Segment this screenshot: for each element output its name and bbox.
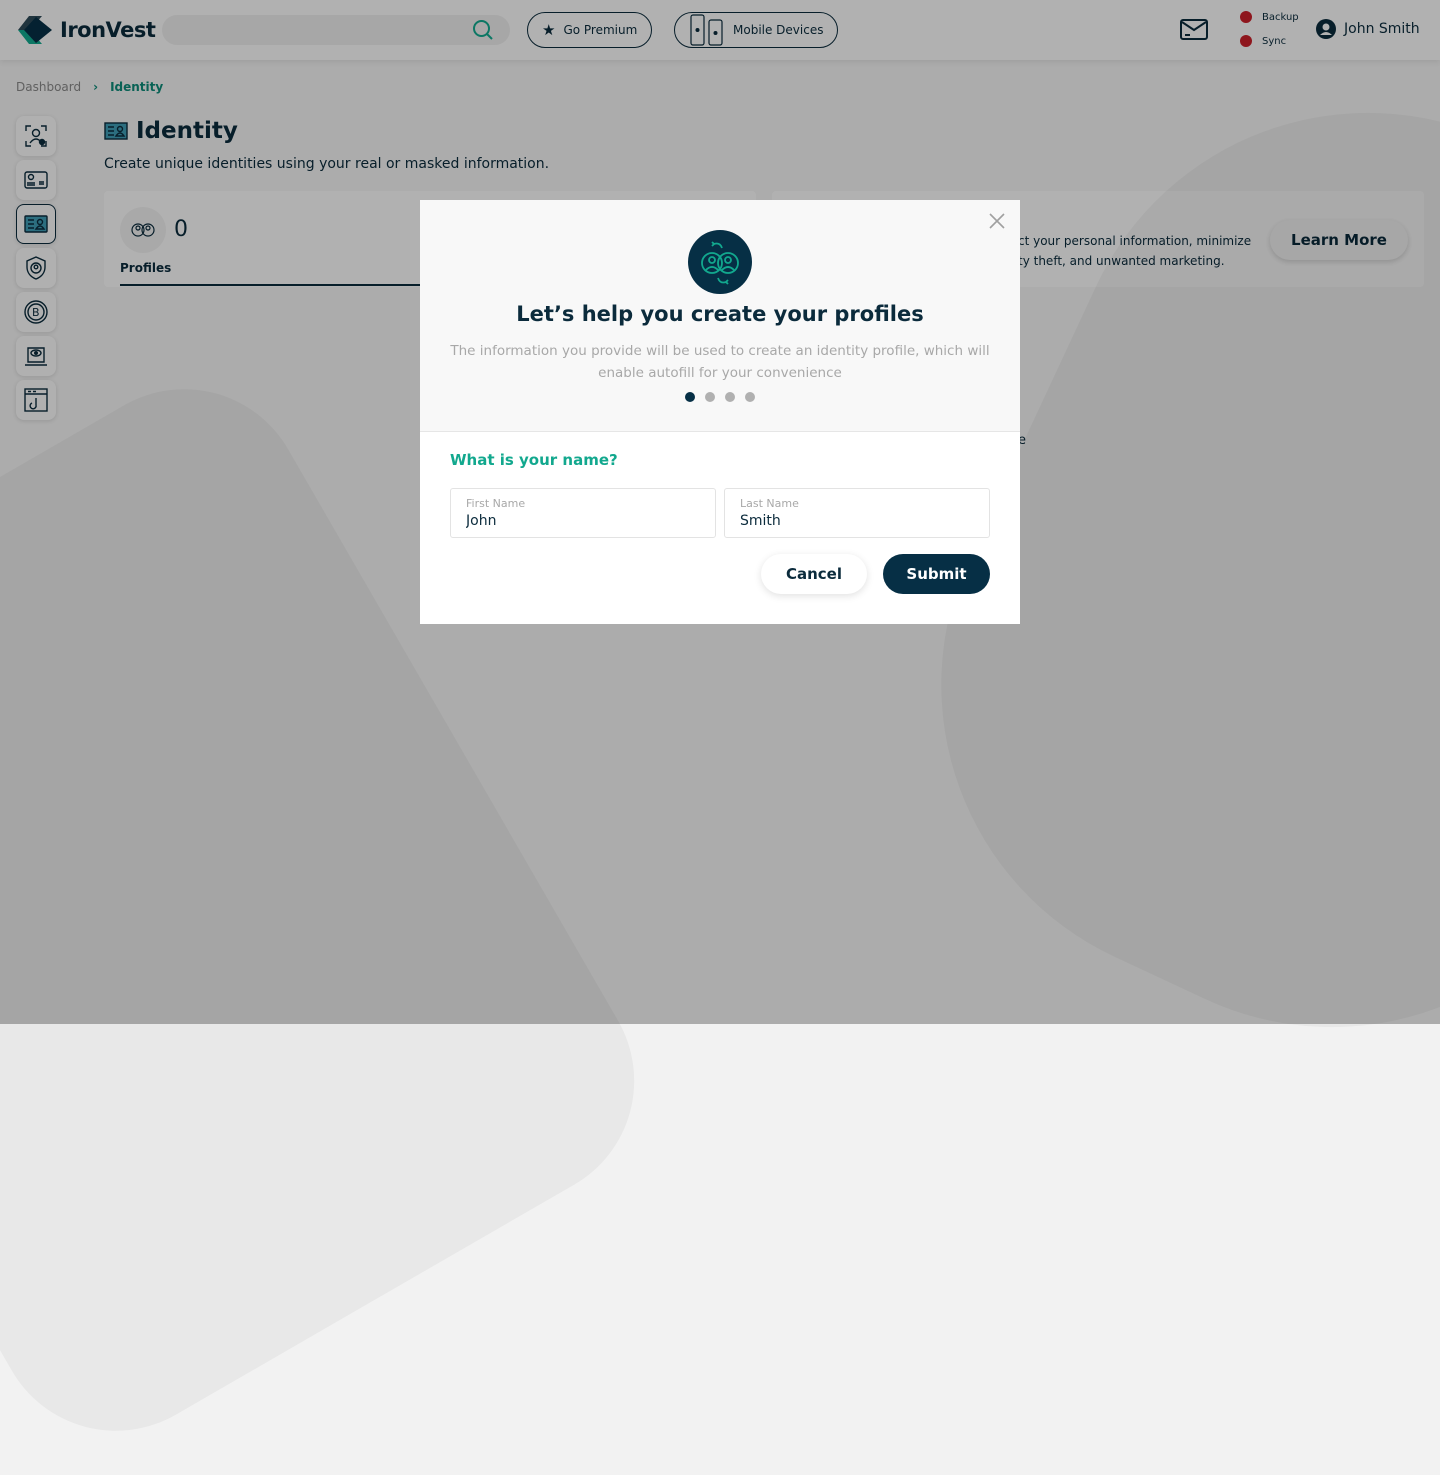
profiles-swap-icon: [688, 230, 752, 294]
name-question: What is your name?: [450, 451, 618, 469]
modal-description: The information you provide will be used…: [450, 343, 990, 381]
cancel-button[interactable]: Cancel: [761, 554, 867, 594]
last-name-label: Last Name: [740, 497, 799, 510]
create-profile-modal: Let’s help you create your profiles The …: [420, 200, 1020, 624]
step-dot[interactable]: [725, 392, 735, 402]
step-dot[interactable]: [705, 392, 715, 402]
step-dot[interactable]: [745, 392, 755, 402]
close-icon[interactable]: [988, 212, 1006, 230]
submit-button[interactable]: Submit: [883, 554, 990, 594]
last-name-field[interactable]: Last Name: [724, 488, 990, 538]
first-name-field[interactable]: First Name: [450, 488, 716, 538]
last-name-input[interactable]: [740, 513, 974, 529]
first-name-input[interactable]: [466, 513, 700, 529]
modal-title: Let’s help you create your profiles: [516, 302, 924, 326]
step-dot[interactable]: [685, 392, 695, 402]
first-name-label: First Name: [466, 497, 526, 510]
step-indicator: [685, 392, 755, 402]
